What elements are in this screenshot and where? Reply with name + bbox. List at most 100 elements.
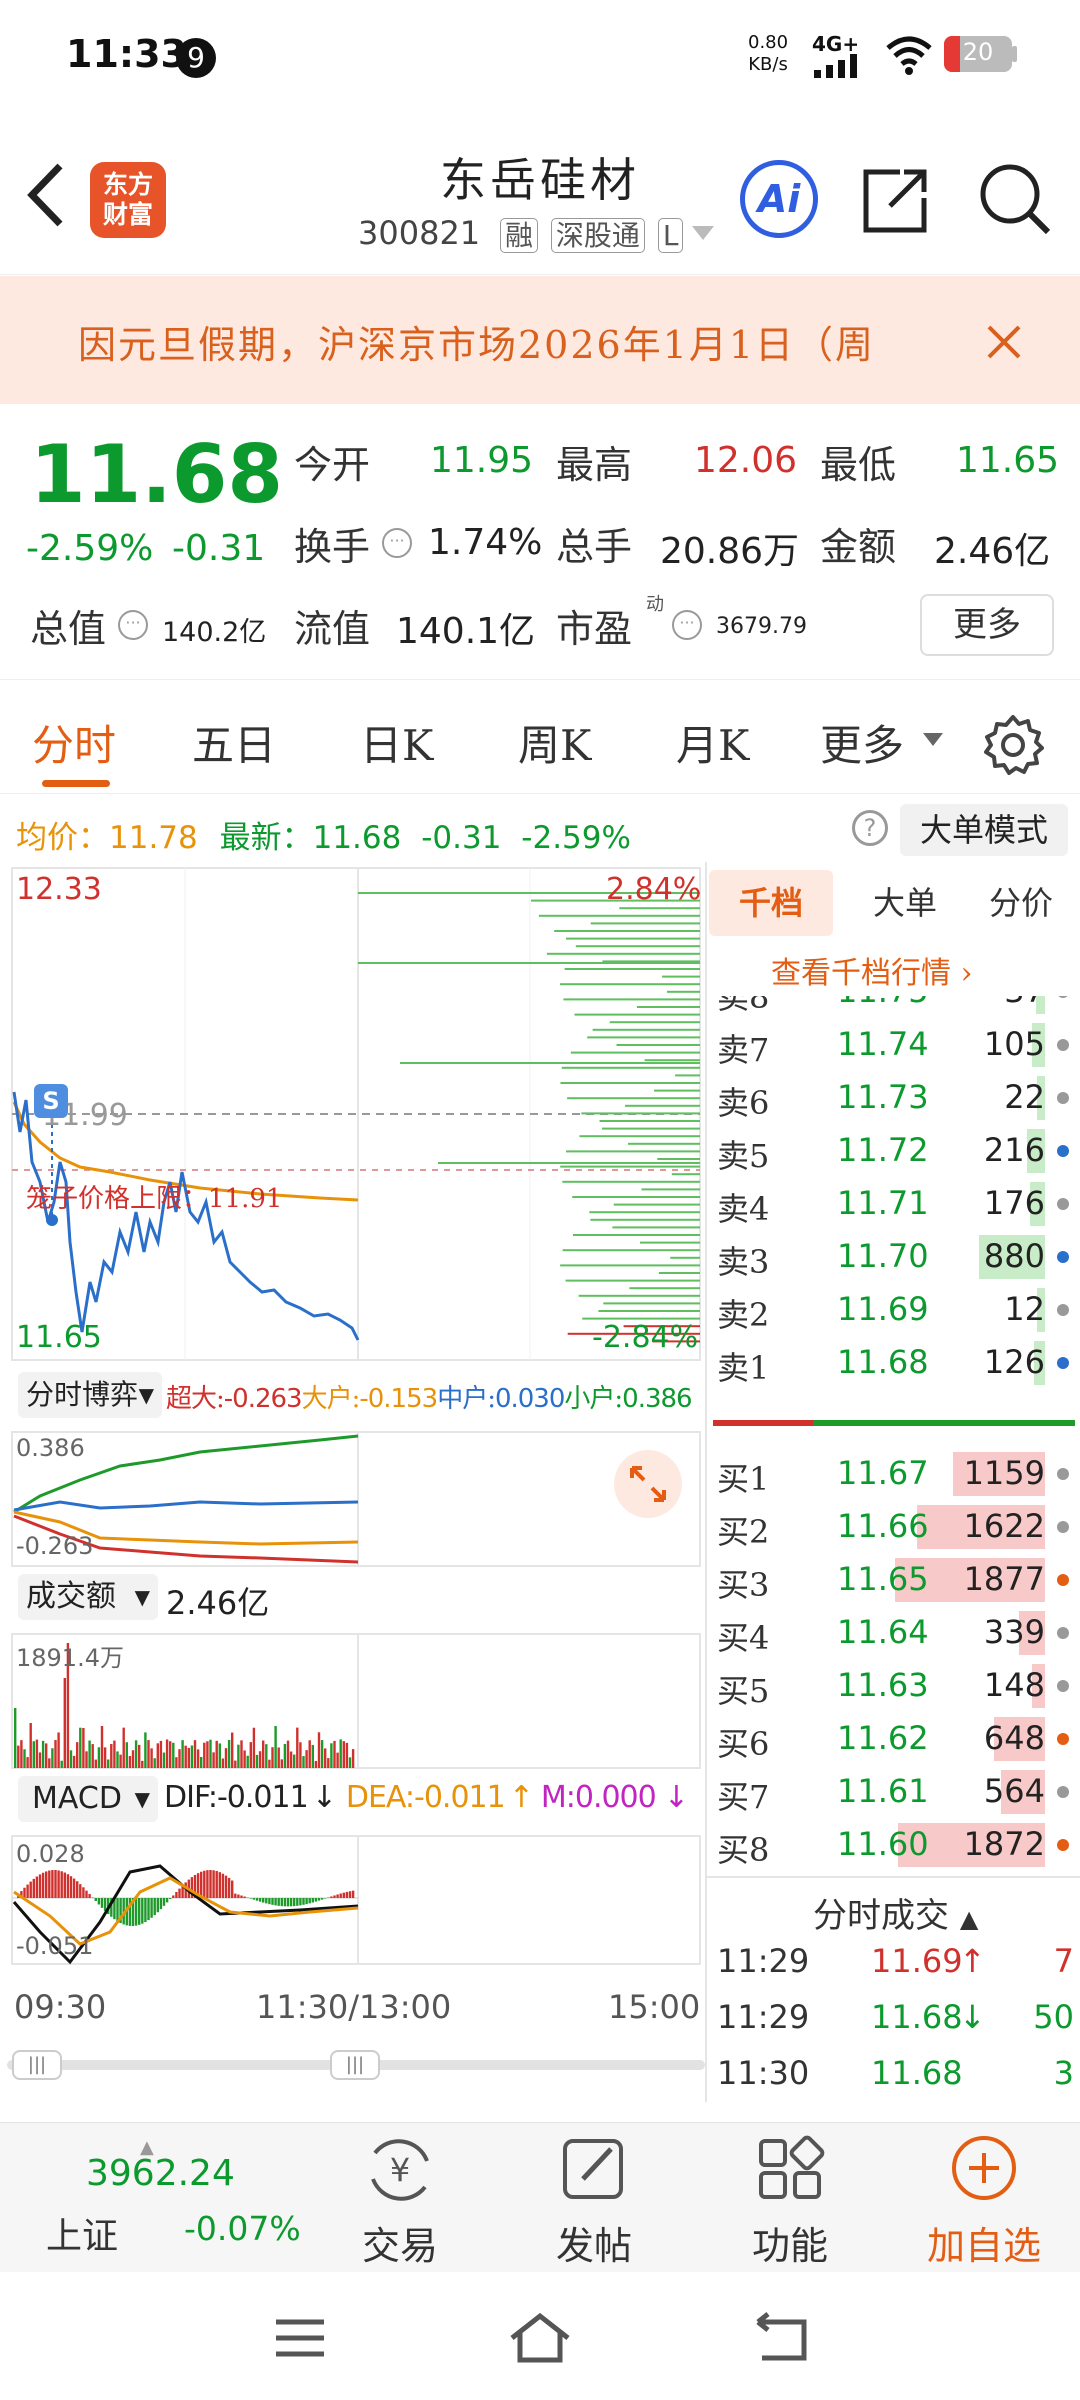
volume-bar — [17, 1745, 20, 1768]
volume-bar — [221, 1758, 225, 1768]
volume-bar — [280, 1759, 283, 1768]
big-order-mode-button[interactable]: 大单模式 — [900, 804, 1068, 856]
level-dot — [1057, 1251, 1069, 1263]
quote-panel: 11.68 -2.59% -0.31 今开 11.95 最高 12.06 最低 … — [0, 404, 1080, 680]
ask-row[interactable]: 卖5 11.72 216 — [713, 1125, 1073, 1178]
ask-row[interactable]: 卖4 11.71 176 — [713, 1178, 1073, 1231]
ask-row[interactable]: 卖1 11.68 126 — [713, 1337, 1073, 1390]
close-icon[interactable] — [986, 324, 1022, 360]
share-icon[interactable] — [860, 164, 932, 236]
trade-arrow: ↑ — [959, 1942, 986, 1980]
volume-bar — [212, 1752, 215, 1768]
ask-row[interactable]: 卖7 11.74 105 — [713, 1019, 1073, 1072]
volume-bar — [296, 1727, 299, 1768]
bid-row[interactable]: 买3 11.65 1877 — [713, 1554, 1073, 1607]
tab-five-day[interactable]: 五日 — [192, 712, 276, 773]
more-button[interactable]: 更多 — [920, 594, 1054, 656]
eastmoney-logo[interactable]: 东方 财富 — [90, 162, 166, 238]
tab-weekly-k[interactable]: 周K — [518, 712, 591, 773]
function-button[interactable]: 功能 — [730, 2123, 850, 2273]
bid-row[interactable]: 买1 11.67 1159 — [713, 1448, 1073, 1501]
add-watchlist-button[interactable]: 加自选 — [914, 2123, 1054, 2273]
ask-row[interactable]: 卖8 11.75 37 — [713, 996, 1073, 1019]
macd-bar — [324, 1898, 327, 1899]
macd-bar — [289, 1898, 293, 1907]
bid-row[interactable]: 买7 11.61 564 — [713, 1766, 1073, 1819]
macd-indicator-select[interactable]: MACD ▼ — [18, 1776, 158, 1822]
level-volume: 126 — [983, 1343, 1045, 1381]
change-value: -0.31 — [172, 528, 266, 569]
volume-max-label: 1891.4万 — [16, 1644, 124, 1672]
game-indicator-select[interactable]: 分时博弈 ▼ — [18, 1372, 162, 1418]
tab-intraday[interactable]: 分时 — [32, 712, 116, 773]
macd-bar — [224, 1875, 228, 1898]
tab-daily-k[interactable]: 日K — [360, 712, 433, 773]
ask-row[interactable]: 卖3 11.70 880 — [713, 1231, 1073, 1284]
depth-line — [612, 1226, 700, 1229]
back-icon[interactable] — [24, 162, 68, 228]
macd-bar — [280, 1898, 283, 1907]
ask-row[interactable]: 卖6 11.73 22 — [713, 1072, 1073, 1125]
expand-icon[interactable] — [628, 1464, 668, 1504]
ai-icon[interactable]: Ai — [740, 160, 818, 238]
volume-bar — [72, 1755, 76, 1768]
tab-more[interactable]: 更多 — [820, 712, 904, 773]
bid-row[interactable]: 买5 11.63 148 — [713, 1660, 1073, 1713]
macd-bar — [336, 1894, 339, 1898]
tab-big-orders[interactable]: 大单 — [855, 870, 955, 936]
depth-line — [598, 1310, 700, 1312]
trade-row: 11:29 11.69 ↑ 7 — [713, 1942, 1078, 1998]
level-price: 11.75 — [837, 996, 929, 1010]
level-volume: 148 — [983, 1666, 1045, 1704]
stock-name[interactable]: 东岳硅材 — [360, 144, 720, 210]
tab-thousand-levels[interactable]: 千档 — [709, 870, 833, 936]
gear-icon[interactable] — [982, 714, 1044, 776]
index-name[interactable]: 上证 — [46, 2207, 118, 2259]
macd-bar — [94, 1898, 97, 1902]
scroll-handle-left[interactable]: ||| — [12, 2050, 62, 2080]
macd-bar — [82, 1887, 85, 1898]
chevron-down-icon[interactable] — [690, 224, 716, 242]
bid-row[interactable]: 买2 11.66 1622 — [713, 1501, 1073, 1554]
tab-price-dist[interactable]: 分价 — [971, 870, 1071, 936]
macd-bar — [252, 1898, 256, 1900]
volume-bar — [227, 1740, 231, 1768]
last-value: 11.68 — [312, 820, 402, 856]
bid-row[interactable]: 买6 11.62 648 — [713, 1713, 1073, 1766]
ask-row[interactable]: 卖2 11.69 12 — [713, 1284, 1073, 1337]
intraday-chart-area[interactable]: 12.33 2.84% 11.65 -2.84% 11.99 S 笼子价格上限：… — [0, 862, 705, 2102]
macd-bar — [314, 1898, 318, 1902]
chevron-down-icon[interactable] — [922, 732, 944, 748]
post-button[interactable]: 发帖 — [534, 2123, 654, 2273]
search-icon[interactable] — [978, 162, 1052, 236]
volume-bar — [271, 1747, 274, 1768]
trades-title[interactable]: 分时成交 ▲ — [813, 1888, 978, 1937]
scroll-handle-right[interactable]: ||| — [330, 2050, 380, 2080]
help-icon[interactable]: ? — [852, 810, 888, 846]
price-top-label: 12.33 — [16, 872, 102, 907]
turnover-info-icon[interactable]: ··· — [382, 528, 412, 558]
volume-bar — [144, 1732, 147, 1768]
level-label: 卖1 — [717, 1349, 770, 1387]
view-thousand-link[interactable]: 查看千档行情 › — [771, 948, 973, 992]
back-nav-icon[interactable] — [752, 2312, 810, 2364]
pe-info-icon[interactable]: ··· — [672, 610, 702, 640]
depth-line — [670, 1256, 700, 1259]
index-change[interactable]: -0.07% — [184, 2209, 301, 2248]
trade-button[interactable]: ¥ 交易 — [340, 2123, 460, 2273]
home-icon[interactable] — [508, 2310, 572, 2364]
holiday-notice-banner[interactable]: 因元旦假期，沪深京市场2026年1月1日（周 — [0, 276, 1080, 404]
clock: 11:33 — [66, 32, 187, 76]
level-label: 卖7 — [717, 1031, 770, 1069]
tab-monthly-k[interactable]: 月K — [676, 712, 749, 773]
mktcap-info-icon[interactable]: ··· — [118, 610, 148, 640]
volume-bar — [147, 1740, 150, 1768]
menu-icon[interactable] — [274, 2316, 326, 2360]
volume-indicator-select[interactable]: 成交额 ▼ — [18, 1574, 158, 1620]
s-marker-icon[interactable]: S — [34, 1084, 68, 1118]
bid-row[interactable]: 买4 11.64 339 — [713, 1607, 1073, 1660]
index-value[interactable]: 3962.24 — [86, 2153, 235, 2194]
level-label: 卖5 — [717, 1137, 770, 1175]
bid-row[interactable]: 买8 11.60 1872 — [713, 1819, 1073, 1872]
level-label: 买7 — [717, 1778, 770, 1816]
